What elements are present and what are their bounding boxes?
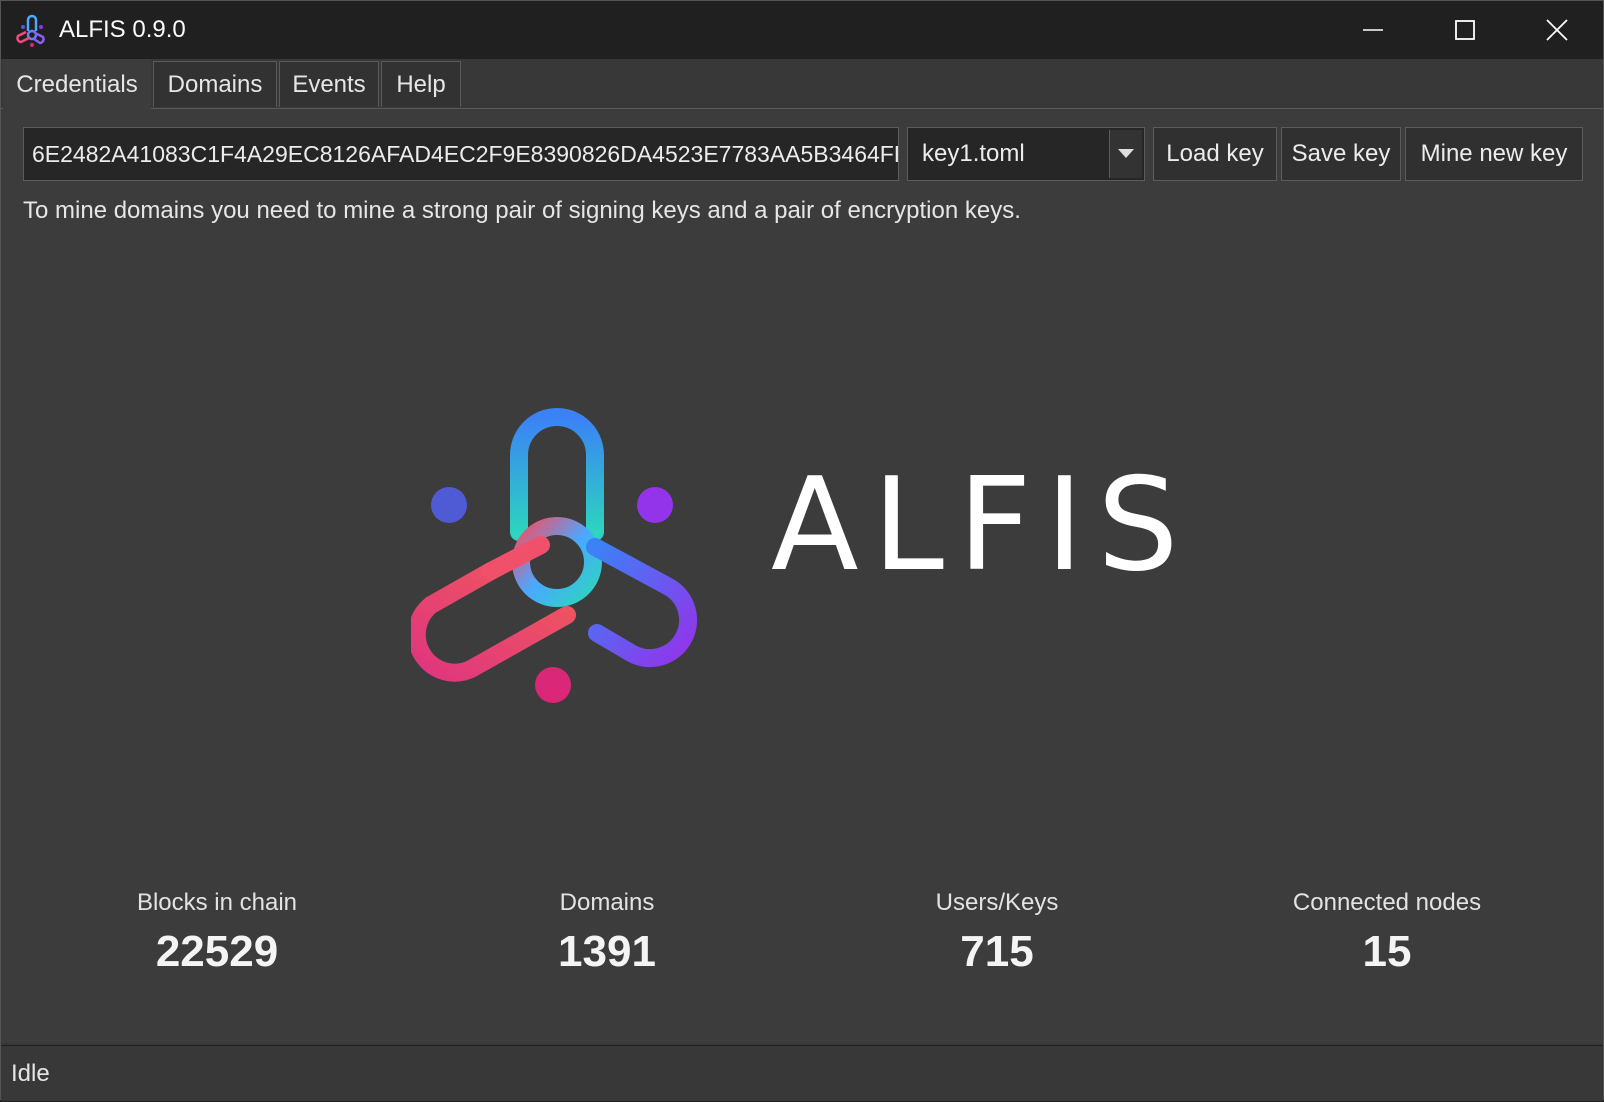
public-key-field[interactable]: 6E2482A41083C1F4A29EC8126AFAD4EC2F9E8390… xyxy=(23,127,899,181)
tab-events[interactable]: Events xyxy=(279,61,379,107)
close-icon xyxy=(1546,19,1568,41)
stat-value: 1391 xyxy=(558,927,656,976)
status-text: Idle xyxy=(11,1060,50,1087)
stat-label: Blocks in chain xyxy=(136,889,298,916)
stat-connected-nodes: Connected nodes 15 xyxy=(1227,889,1547,977)
title-bar: ALFIS 0.9.0 xyxy=(1,1,1603,59)
hint-text: To mine domains you need to mine a stron… xyxy=(23,197,1021,224)
tab-domains[interactable]: Domains xyxy=(153,61,277,107)
minimize-icon xyxy=(1363,29,1383,31)
window-title: ALFIS 0.9.0 xyxy=(59,16,186,43)
tab-bar: Credentials Domains Events Help xyxy=(1,59,1603,109)
stat-label: Domains xyxy=(559,889,655,916)
maximize-button[interactable] xyxy=(1419,1,1511,59)
stat-label: Connected nodes xyxy=(1292,889,1482,916)
key-file-select[interactable]: key1.toml xyxy=(907,127,1145,181)
stat-label: Users/Keys xyxy=(935,889,1059,916)
stat-value: 22529 xyxy=(155,927,279,976)
load-key-button[interactable]: Load key xyxy=(1153,127,1277,181)
stat-domains: Domains 1391 xyxy=(447,889,767,977)
app-window: ALFIS 0.9.0 Credentials Domains Events H… xyxy=(0,0,1604,1101)
stat-blocks: Blocks in chain 22529 xyxy=(57,889,377,977)
logo-wordmark: ALFIS xyxy=(771,451,1193,600)
dropdown-arrow-button[interactable] xyxy=(1109,130,1142,178)
stat-value: 715 xyxy=(960,927,1034,976)
stat-users-keys: Users/Keys 715 xyxy=(837,889,1157,977)
maximize-icon xyxy=(1455,20,1475,40)
tab-help[interactable]: Help xyxy=(381,61,461,107)
mine-new-key-button[interactable]: Mine new key xyxy=(1405,127,1583,181)
status-bar: Idle xyxy=(1,1045,1603,1101)
stat-value: 15 xyxy=(1362,927,1412,976)
credentials-panel: 6E2482A41083C1F4A29EC8126AFAD4EC2F9E8390… xyxy=(1,109,1603,1043)
key-file-value: key1.toml xyxy=(922,140,1025,167)
minimize-button[interactable] xyxy=(1327,1,1419,59)
close-button[interactable] xyxy=(1511,1,1603,59)
save-key-button[interactable]: Save key xyxy=(1281,127,1401,181)
tab-credentials[interactable]: Credentials xyxy=(3,59,151,109)
alfis-logo-icon xyxy=(411,408,698,703)
alfis-app-icon xyxy=(16,14,45,47)
chevron-down-icon xyxy=(1118,149,1134,158)
